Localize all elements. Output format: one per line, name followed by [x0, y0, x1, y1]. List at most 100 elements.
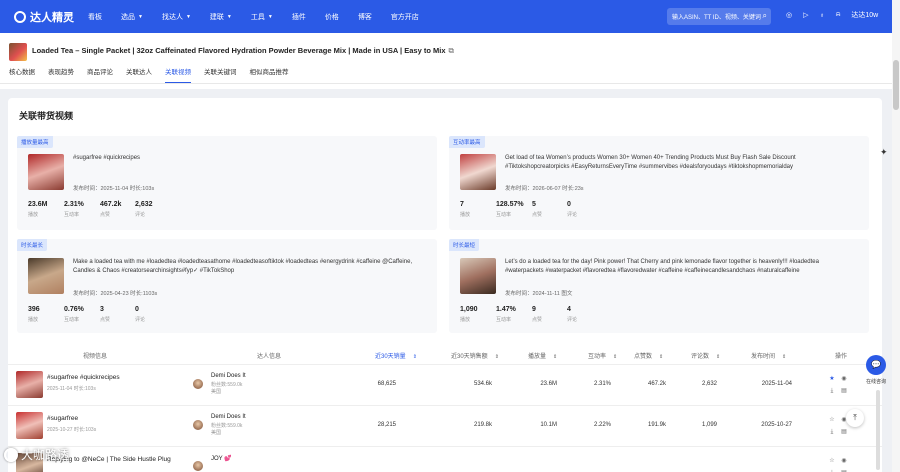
- highlight-card[interactable]: 时长最短 Let’s do a loaded tea for the day! P…: [449, 239, 869, 333]
- product-title-text: Loaded Tea – Single Packet | 32oz Caffei…: [32, 46, 446, 55]
- sort-icon[interactable]: ⇕: [659, 354, 663, 360]
- play-icon[interactable]: ▷: [803, 11, 808, 19]
- document-icon[interactable]: ▤: [838, 387, 850, 394]
- document-icon[interactable]: ▤: [838, 428, 850, 435]
- tab[interactable]: 关联关键词: [204, 66, 237, 83]
- column-header[interactable]: 互动率 ⇕: [588, 351, 617, 360]
- scrollbar-thumb[interactable]: [893, 60, 899, 110]
- stat-0: 23.6M 播放: [28, 201, 64, 218]
- video-thumbnail[interactable]: [28, 258, 64, 294]
- page-scrollbar[interactable]: [892, 0, 900, 472]
- highlight-card[interactable]: 播放量最高 #sugarfree #quickrecipes 发布时间：2025-1…: [17, 136, 437, 230]
- influencer-name[interactable]: JOY 💕: [211, 455, 232, 462]
- eye-icon[interactable]: ◉: [838, 375, 850, 382]
- nav-item[interactable]: 建联 ▼: [210, 12, 232, 22]
- column-header[interactable]: 播放量 ⇕: [528, 351, 557, 360]
- nav-item[interactable]: 工具 ▼: [251, 12, 273, 22]
- stat-3: 0 评论: [135, 306, 165, 323]
- column-header-label: 播放量: [528, 354, 547, 360]
- stat-2: 3 点赞: [100, 306, 135, 323]
- video-thumbnail[interactable]: [460, 258, 496, 294]
- column-header[interactable]: 发布时间 ⇕: [751, 351, 786, 360]
- logo-icon: [14, 10, 26, 23]
- nav-item[interactable]: 价格: [325, 12, 339, 22]
- cell-revenue30: 219.8k: [473, 422, 492, 428]
- tab[interactable]: 关联达人: [126, 66, 152, 83]
- tab[interactable]: 关联视频: [165, 66, 191, 83]
- chat-label[interactable]: 在线咨询: [862, 378, 890, 385]
- arrow-up-icon: ⤒: [853, 413, 857, 422]
- avatar[interactable]: [193, 461, 203, 471]
- column-header[interactable]: 点赞数 ⇕: [634, 351, 663, 360]
- video-thumbnail[interactable]: [460, 154, 496, 190]
- row-actions: ☆◉⤓▤: [826, 457, 856, 472]
- eye-icon[interactable]: ◉: [838, 457, 850, 464]
- tab[interactable]: 表现趋势: [48, 66, 74, 83]
- column-header-label: 近30天销量: [375, 354, 406, 360]
- stat-value: 5: [532, 201, 536, 208]
- nav-item[interactable]: 博客: [358, 12, 372, 22]
- influencer-name[interactable]: Demi Does It: [211, 373, 246, 379]
- nav-item-label: 工具: [250, 13, 265, 21]
- nav-item[interactable]: 官方开店: [391, 12, 419, 22]
- influencer-name[interactable]: Demi Does It: [211, 414, 246, 420]
- stat-value: 23.6M: [28, 201, 48, 208]
- table-row[interactable]: #sugarfree #quickrecipes 2025-11-04 时长:10…: [8, 364, 882, 404]
- star-icon[interactable]: ☆: [826, 416, 838, 423]
- sort-icon[interactable]: ⇕: [613, 354, 617, 360]
- avatar[interactable]: [193, 420, 203, 430]
- video-title[interactable]: #sugarfree: [47, 415, 78, 422]
- table-header: 视频信息 达人信息 近30天销量 ⇕ 近30天销售额 ⇕ 播放量 ⇕ 互动率 ⇕ 点赞数 ⇕ 评论数 ⇕ 发…: [8, 346, 882, 364]
- nav-item[interactable]: 找达人 ▼: [162, 12, 191, 22]
- tab[interactable]: 商品评论: [87, 66, 113, 83]
- sort-icon[interactable]: ⇕: [782, 354, 786, 360]
- tab[interactable]: 核心数据: [9, 66, 35, 83]
- tab[interactable]: 相似商品推荐: [250, 66, 289, 83]
- nav-item[interactable]: 看板: [88, 12, 102, 22]
- logo[interactable]: 达人精灵: [14, 9, 74, 25]
- back-to-top-button[interactable]: ⤒: [846, 409, 864, 427]
- nav-item[interactable]: 插件: [292, 12, 306, 22]
- video-thumbnail[interactable]: [16, 412, 43, 439]
- stat-label: 播放: [28, 212, 39, 218]
- avatar[interactable]: [193, 379, 203, 389]
- stat-value: 128.57%: [496, 201, 524, 208]
- star-icon[interactable]: ★: [826, 375, 838, 382]
- stat-value: 2.31%: [64, 201, 84, 208]
- table-scrollbar[interactable]: [876, 390, 880, 470]
- column-header-label: 发布时间: [751, 354, 776, 360]
- highlight-card[interactable]: 时长最长 Make a loaded tea with me #loadedtea…: [17, 239, 437, 333]
- download-icon[interactable]: ⤓: [826, 388, 838, 395]
- search-input[interactable]: 输入ASIN、TT ID、视频、关键词 ⌕: [667, 8, 771, 25]
- sort-icon[interactable]: ⇕: [553, 354, 557, 360]
- sort-icon[interactable]: ⇕: [495, 354, 499, 360]
- sparkle-icon[interactable]: ✦: [880, 147, 888, 158]
- download-icon[interactable]: ⤓: [826, 429, 838, 436]
- video-thumbnail[interactable]: [28, 154, 64, 190]
- sort-icon[interactable]: ⇕: [716, 354, 720, 360]
- external-link-icon[interactable]: ⧉: [449, 46, 454, 55]
- video-title[interactable]: #sugarfree #quickrecipes: [47, 374, 120, 381]
- card-badge: 互动率最高: [449, 136, 485, 148]
- video-meta: 2025-11-04 时长:103s: [47, 386, 96, 392]
- globe-icon[interactable]: ◎: [786, 11, 792, 19]
- column-header[interactable]: 近30天销量 ⇕: [375, 351, 417, 360]
- search-icon[interactable]: ⌕: [763, 11, 767, 21]
- highlight-card[interactable]: 互动率最高 Get load of tea Women’s products Wo…: [449, 136, 869, 230]
- bell-icon[interactable]: ⍾: [836, 11, 841, 19]
- table-row[interactable]: Replying to @NeCe | The Side Hustle Plug…: [8, 446, 882, 472]
- chat-button[interactable]: 💬: [866, 355, 886, 375]
- column-header[interactable]: 近30天销售额 ⇕: [451, 351, 499, 360]
- column-header-label: 视频信息: [83, 354, 108, 360]
- stat-1: 128.57% 互动率: [496, 201, 532, 218]
- sort-icon[interactable]: ⇕: [413, 354, 417, 360]
- table-row[interactable]: #sugarfree 2025-10-27 时长:103s Demi Does It…: [8, 405, 882, 445]
- stat-value: 467.2k: [100, 201, 122, 208]
- card-stats: 7 播放 128.57% 互动率 5 点赞 0 评论: [460, 201, 597, 218]
- column-header[interactable]: 评论数 ⇕: [691, 351, 720, 360]
- star-icon[interactable]: ☆: [826, 457, 838, 464]
- video-thumbnail[interactable]: [16, 371, 43, 398]
- nav-item[interactable]: 选品 ▼: [121, 12, 143, 22]
- user-name[interactable]: 达达10w: [851, 10, 878, 20]
- lightbulb-icon[interactable]: ♁: [820, 12, 825, 19]
